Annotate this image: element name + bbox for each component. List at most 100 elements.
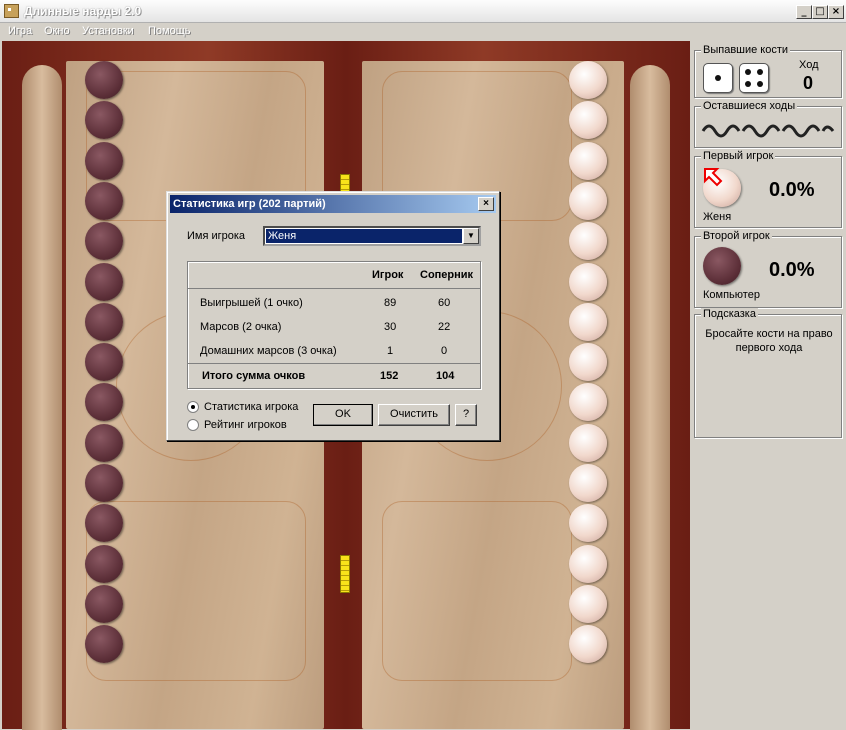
dark-checker[interactable] [85, 61, 123, 99]
dark-checker[interactable] [85, 343, 123, 382]
radio-rating-label[interactable]: Рейтинг игроков [204, 419, 287, 431]
player2-panel: Второй игрок 0.0% Компьютер [694, 230, 842, 308]
die-1[interactable] [703, 63, 733, 93]
window-title: Длинные нарды 2.0 [24, 4, 142, 18]
row-opponent-value: 0 [441, 345, 448, 357]
row-opponent-value: 22 [438, 321, 451, 333]
menu-settings[interactable]: Установки [82, 25, 134, 37]
right-tray[interactable] [630, 65, 670, 730]
remaining-moves-panel: Оставшиеся ходы [694, 100, 842, 148]
player-select[interactable]: Женя ▼ [263, 226, 481, 246]
dialog-titlebar[interactable]: Статистика игр (202 партий) × [170, 195, 496, 213]
light-checker[interactable] [569, 262, 607, 301]
dark-checker[interactable] [85, 464, 123, 502]
menu-game[interactable]: Игра [8, 25, 32, 37]
move-value: 0 [803, 73, 814, 93]
menu-bar: Игра Окно Установки Помощь [0, 23, 846, 41]
dark-checker[interactable] [85, 222, 123, 261]
statistics-dialog: Статистика игр (202 партий) × Имя игрока… [166, 191, 500, 441]
player2-percent: 0.0% [769, 259, 815, 281]
light-checker[interactable] [569, 464, 607, 502]
minimize-button[interactable]: _ [796, 5, 812, 19]
total-label: Итого сумма очков [202, 370, 306, 382]
hint-panel: Подсказка Бросайте кости на право первог… [694, 308, 842, 438]
radio-player-stats-label[interactable]: Статистика игрока [204, 401, 298, 413]
player1-name: Женя [703, 211, 732, 223]
row-label: Марсов (2 очка) [200, 321, 282, 333]
player2-name: Компьютер [703, 289, 760, 301]
dark-checker[interactable] [85, 181, 123, 220]
ok-button[interactable]: OK [313, 404, 373, 426]
table-row: Домашних марсов (3 очка) 1 0 [188, 342, 482, 362]
hint-title: Подсказка [701, 308, 758, 320]
player-select-value: Женя [266, 229, 462, 243]
light-checker[interactable] [569, 584, 607, 623]
light-checker[interactable] [569, 222, 607, 261]
maximize-button[interactable]: □ [812, 5, 828, 19]
header-opponent: Соперник [420, 269, 474, 281]
hint-text: Бросайте кости на право первого хода [705, 328, 833, 354]
dark-checker[interactable] [85, 423, 123, 462]
remaining-moves-title: Оставшиеся ходы [701, 100, 798, 112]
dark-checker[interactable] [85, 625, 123, 664]
menu-help[interactable]: Помощь [148, 25, 191, 37]
help-button[interactable]: ? [455, 404, 477, 426]
row-player-value: 89 [384, 297, 397, 309]
light-checker[interactable] [569, 625, 607, 664]
dialog-title: Статистика игр (202 партий) [173, 198, 326, 210]
dice-panel-title: Выпавшие кости [701, 44, 791, 56]
die-pip [745, 81, 751, 87]
light-checker[interactable] [569, 423, 607, 462]
die-pip [757, 69, 763, 75]
header-player: Игрок [372, 269, 404, 281]
dialog-close-button[interactable]: × [478, 197, 494, 211]
left-tray[interactable] [22, 65, 62, 730]
app-icon [4, 4, 19, 18]
close-button[interactable]: × [828, 5, 844, 19]
total-player-value: 152 [380, 370, 399, 382]
player2-checker-icon [703, 247, 741, 285]
row-opponent-value: 60 [438, 297, 451, 309]
dark-checker[interactable] [85, 584, 123, 623]
light-checker[interactable] [569, 343, 607, 382]
chevron-down-icon[interactable]: ▼ [463, 228, 479, 244]
total-opponent-value: 104 [436, 370, 455, 382]
dark-checker[interactable] [85, 302, 123, 341]
dark-checker[interactable] [85, 544, 123, 583]
stats-header: Игрок Соперник [188, 266, 482, 286]
die-pip [745, 69, 751, 75]
die-4[interactable] [739, 63, 769, 93]
dark-checker[interactable] [85, 262, 123, 301]
move-label: Ход [799, 59, 819, 71]
ornament [382, 501, 572, 681]
row-label: Выигрышей (1 очко) [200, 297, 303, 309]
player2-title: Второй игрок [701, 230, 772, 242]
light-checker[interactable] [569, 181, 607, 220]
menu-window[interactable]: Окно [44, 25, 70, 37]
radio-player-stats[interactable] [187, 401, 199, 413]
table-row: Марсов (2 очка) 30 22 [188, 318, 482, 338]
dark-checker[interactable] [85, 141, 123, 180]
table-row: Выигрышей (1 очко) 89 60 [188, 294, 482, 314]
row-player-value: 1 [387, 345, 394, 357]
player1-percent: 0.0% [769, 179, 815, 201]
row-player-value: 30 [384, 321, 397, 333]
light-checker[interactable] [569, 544, 607, 583]
light-checker[interactable] [569, 61, 607, 99]
window-titlebar[interactable]: Длинные нарды 2.0 _ □ × [0, 0, 846, 23]
light-checker[interactable] [569, 302, 607, 341]
radio-dot [191, 405, 195, 409]
row-label: Домашних марсов (3 очка) [200, 345, 337, 357]
hinge [340, 555, 350, 593]
player1-title: Первый игрок [701, 150, 776, 162]
light-checker[interactable] [569, 141, 607, 180]
stats-table: Игрок Соперник Выигрышей (1 очко) 89 60 … [187, 261, 481, 389]
clear-button[interactable]: Очистить [378, 404, 450, 426]
die-pip [715, 75, 721, 81]
radio-rating[interactable] [187, 419, 199, 431]
player1-panel: Первый игрок 0.0% Женя [694, 150, 842, 228]
divider [188, 363, 480, 364]
ornament-icon [701, 124, 835, 138]
die-pip [757, 81, 763, 87]
arrow-icon [704, 168, 723, 187]
